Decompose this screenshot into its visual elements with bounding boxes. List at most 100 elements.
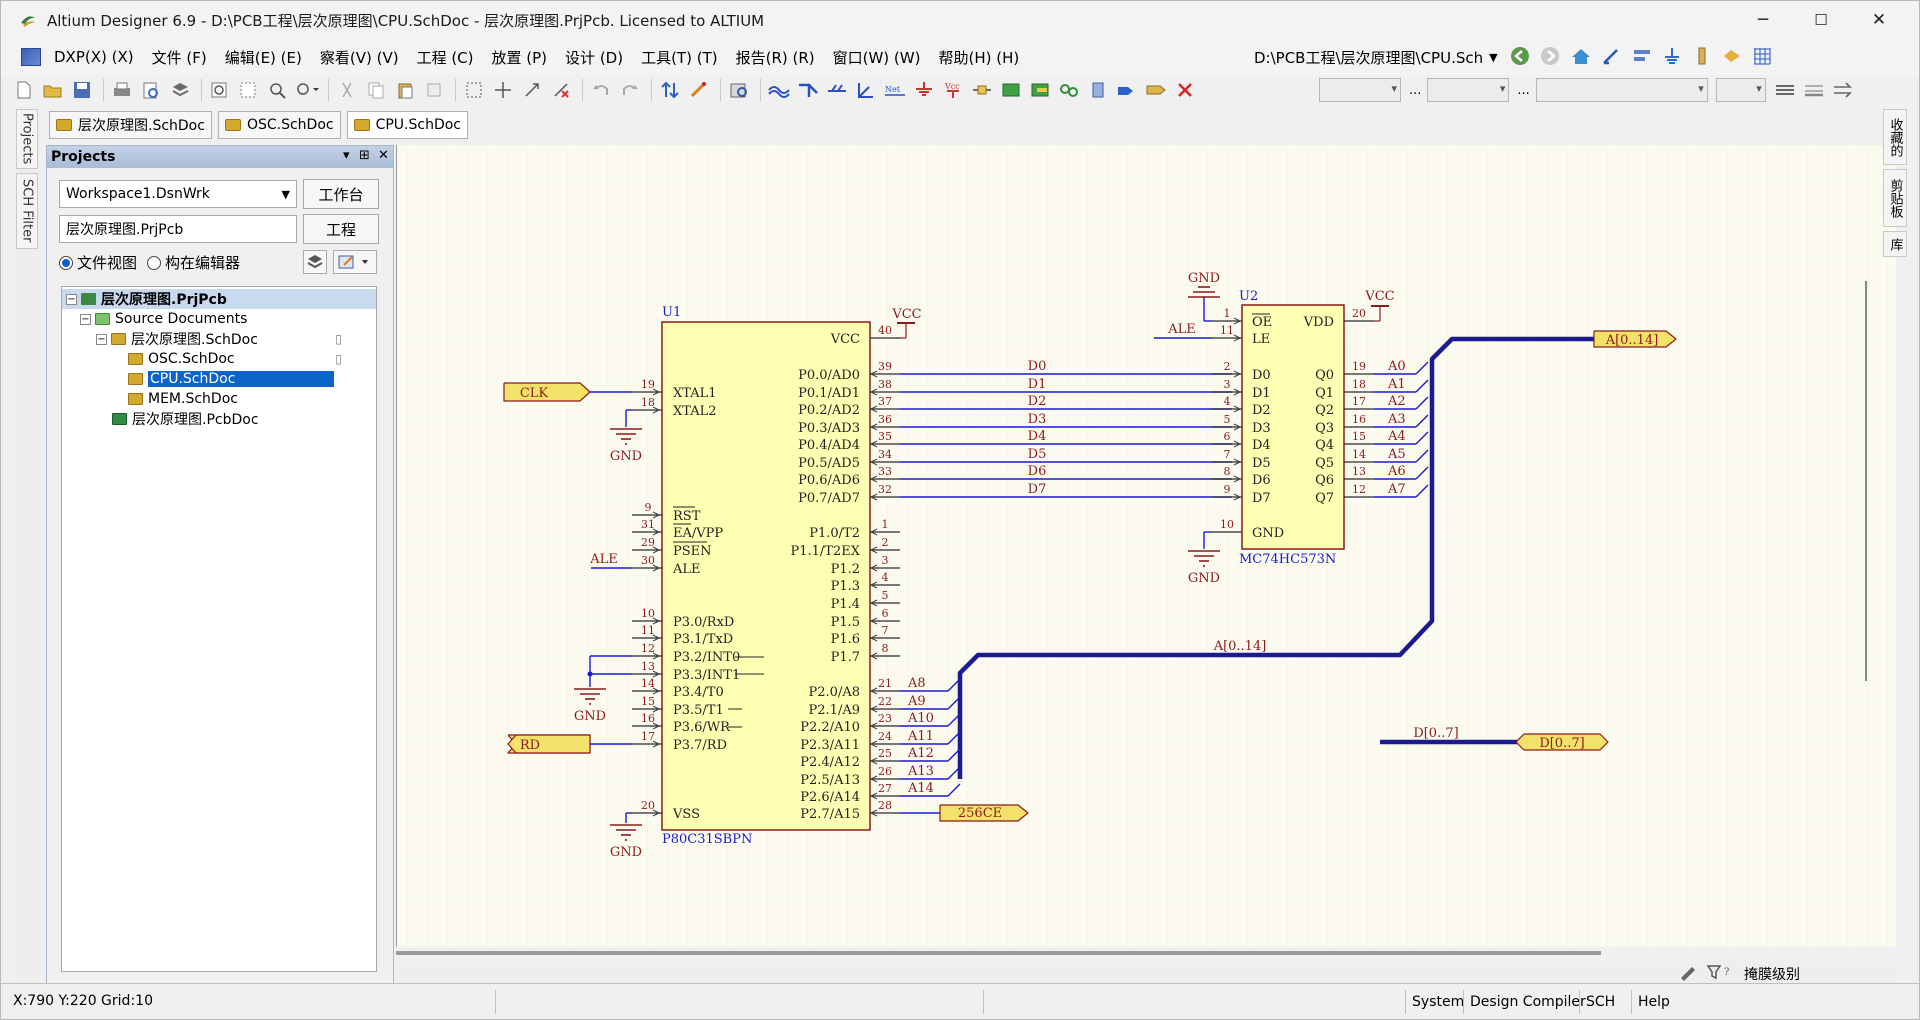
tab-projects[interactable]: Projects: [16, 109, 38, 169]
toolbar-combo-1[interactable]: [1319, 78, 1401, 102]
hierarchy-up-down-icon[interactable]: [657, 78, 683, 102]
cross-probe-icon[interactable]: [686, 78, 712, 102]
print-icon[interactable]: [109, 78, 135, 102]
compile-icon[interactable]: [303, 250, 327, 274]
save-icon[interactable]: [69, 78, 95, 102]
zoom-area-icon[interactable]: [236, 78, 262, 102]
status-sch-button[interactable]: SCH: [1579, 990, 1621, 1014]
scrollbar-thumb[interactable]: [396, 951, 1601, 955]
open-icon[interactable]: [40, 78, 66, 102]
place-net-label-icon[interactable]: [853, 78, 879, 102]
vcc-port-icon[interactable]: Vcc: [940, 78, 966, 102]
sheet-entry-icon[interactable]: [1721, 45, 1743, 67]
panel-menu-icon[interactable]: ▾: [343, 148, 350, 163]
radio-structure-editor[interactable]: 构在编辑器: [147, 252, 240, 273]
place-port-icon[interactable]: [1114, 78, 1140, 102]
pencil-icon[interactable]: [1678, 963, 1698, 981]
tab-doc-hierarchy[interactable]: 层次原理图.SchDoc: [49, 111, 212, 139]
place-bus-icon[interactable]: [795, 78, 821, 102]
toolbar-combo-3[interactable]: [1535, 78, 1708, 102]
close-button[interactable]: ✕: [1851, 1, 1907, 39]
harness-connector-icon[interactable]: [1085, 78, 1111, 102]
menu-project[interactable]: 工程 (C): [408, 47, 483, 68]
project-field[interactable]: 层次原理图.PrjPcb: [59, 215, 297, 243]
move-icon[interactable]: [490, 78, 516, 102]
gnd-port-icon[interactable]: [911, 78, 937, 102]
paste-icon[interactable]: [392, 78, 418, 102]
status-help-button[interactable]: Help: [1631, 990, 1676, 1014]
place-wire-icon[interactable]: [766, 78, 792, 102]
part-icon[interactable]: [1691, 45, 1713, 67]
forward-icon[interactable]: [1539, 45, 1561, 67]
tree-item-pcbdoc[interactable]: 层次原理图.PcbDoc: [62, 409, 376, 429]
tab-favorites[interactable]: 收藏的: [1883, 109, 1907, 165]
project-button[interactable]: 工程: [303, 214, 379, 244]
print-preview-icon[interactable]: [138, 78, 164, 102]
menu-dxp[interactable]: DXP(X) (X): [45, 48, 143, 66]
undo-icon[interactable]: [588, 78, 614, 102]
tree-item-hierarchy-schdoc[interactable]: − 层次原理图.SchDoc ▯: [62, 329, 376, 349]
close-panel-icon[interactable]: ✕: [378, 148, 389, 163]
back-icon[interactable]: [1509, 45, 1531, 67]
library-browse-icon[interactable]: [726, 78, 752, 102]
workspace-button[interactable]: 工作台: [303, 179, 379, 209]
schematic-canvas[interactable]: U1 P80C31SBPN 19 XTAL1 18 XTAL2 9 RST 31 EA/VPP 29…: [396, 145, 1897, 947]
menu-file[interactable]: 文件 (F): [143, 47, 216, 68]
tree-item-mem-schdoc[interactable]: MEM.SchDoc: [62, 389, 376, 409]
toolbar-combo-4[interactable]: [1715, 78, 1766, 102]
tab-doc-osc[interactable]: OSC.SchDoc: [217, 111, 341, 139]
zoom-selected-icon[interactable]: [265, 78, 291, 102]
place-part-icon[interactable]: [969, 78, 995, 102]
new-icon[interactable]: [11, 78, 37, 102]
grid-icon[interactable]: [1751, 45, 1773, 67]
tree-item-project[interactable]: − 层次原理图.PrjPcb: [62, 289, 376, 309]
home-icon[interactable]: [1569, 45, 1593, 67]
align-tool-icon[interactable]: [1631, 45, 1653, 67]
collapse-icon[interactable]: −: [66, 293, 77, 305]
deselect-icon[interactable]: [548, 78, 574, 102]
cut-icon[interactable]: [334, 78, 360, 102]
rubber-stamp-icon[interactable]: [421, 78, 447, 102]
workspace-select[interactable]: Workspace1.DsnWrk ▼: [59, 180, 297, 208]
open-project-icon[interactable]: [167, 78, 193, 102]
place-directive-icon[interactable]: [1143, 78, 1169, 102]
net-icon[interactable]: Net: [882, 78, 908, 102]
project-options-icon[interactable]: [333, 250, 377, 274]
device-sheet-icon[interactable]: [1056, 78, 1082, 102]
maximize-button[interactable]: ☐: [1793, 1, 1849, 39]
menu-help[interactable]: 帮助(H) (H): [929, 47, 1028, 68]
no-erc-icon[interactable]: [1172, 78, 1198, 102]
line-weight-icon[interactable]: [1803, 78, 1829, 102]
move-selection-icon[interactable]: [519, 78, 545, 102]
tree-item-cpu-schdoc[interactable]: CPU.SchDoc ▯: [62, 369, 376, 389]
mask-filter-icon[interactable]: ?: [1706, 963, 1738, 981]
place-sheet-symbol-icon[interactable]: [998, 78, 1024, 102]
menu-edit[interactable]: 编辑(E) (E): [216, 47, 311, 68]
minimize-button[interactable]: ─: [1735, 1, 1791, 39]
wiring-tool-icon[interactable]: [1601, 45, 1623, 67]
menu-design[interactable]: 设计 (D): [556, 47, 632, 68]
pin-icon[interactable]: ⊞: [359, 148, 370, 163]
copy-icon[interactable]: [363, 78, 389, 102]
redo-icon[interactable]: [617, 78, 643, 102]
document-path-combo[interactable]: D:\PCB工程\层次原理图\CPU.Sch ▼: [1254, 44, 1508, 70]
menu-view[interactable]: 察看(V) (V): [311, 47, 408, 68]
line-style-icon[interactable]: [1774, 78, 1800, 102]
power-port-icon[interactable]: [1661, 45, 1683, 67]
menu-tools[interactable]: 工具(T) (T): [632, 47, 727, 68]
toolbar-combo-2[interactable]: [1427, 78, 1510, 102]
arrow-style-icon[interactable]: [1832, 78, 1858, 102]
menu-place[interactable]: 放置 (P): [483, 47, 557, 68]
place-bus-entry-icon[interactable]: [824, 78, 850, 102]
menu-window[interactable]: 窗口(W) (W): [824, 47, 930, 68]
collapse-icon[interactable]: −: [80, 313, 91, 325]
zoom-fit-icon[interactable]: [207, 78, 233, 102]
menu-reports[interactable]: 报告(R) (R): [727, 47, 824, 68]
vertical-scroll-thumb[interactable]: [1865, 281, 1867, 681]
status-system-button[interactable]: System: [1405, 990, 1470, 1014]
status-design-compiler-button[interactable]: Design Compiler: [1463, 990, 1592, 1014]
tab-clipboard[interactable]: 剪贴板: [1883, 169, 1907, 227]
tree-item-osc-schdoc[interactable]: OSC.SchDoc ▯: [62, 349, 376, 369]
mask-level-label[interactable]: 掩膜级别: [1744, 964, 1800, 984]
tree-item-source-documents[interactable]: − Source Documents: [62, 309, 376, 329]
